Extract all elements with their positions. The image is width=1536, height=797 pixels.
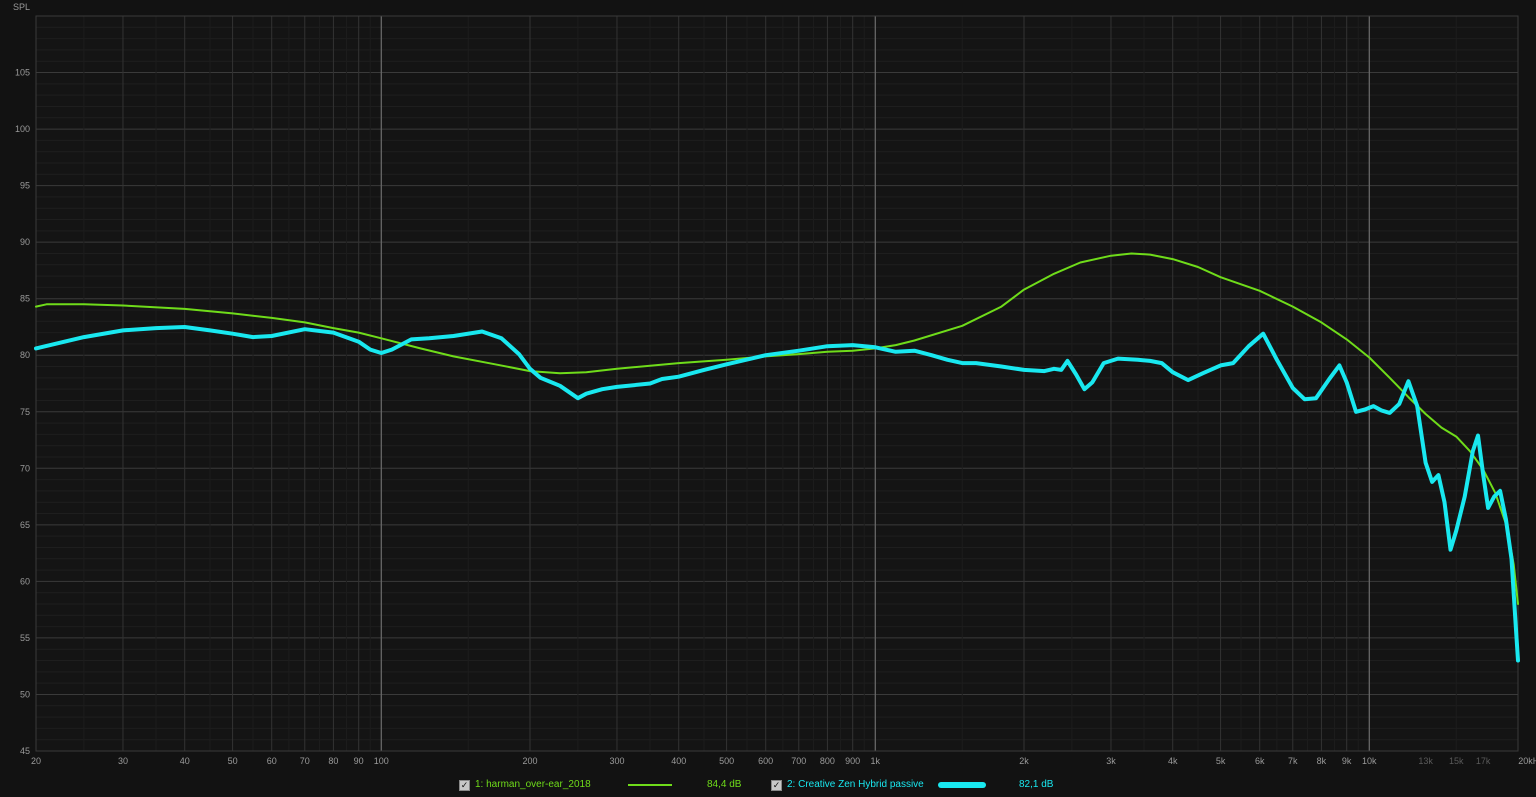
y-axis-label: SPL [13,2,30,12]
plot-area [36,16,1518,751]
x-tick-label: 6k [1255,756,1265,766]
x-tick-label: 200 [522,756,537,766]
x-tick-label: 17k [1476,756,1491,766]
y-tick-label: 45 [20,746,30,756]
y-tick-label: 85 [20,294,30,304]
x-tick-label: 15k [1449,756,1464,766]
x-tick-label: 20 [31,756,41,766]
y-tick-label: 105 [15,68,30,78]
x-tick-label: 700 [791,756,806,766]
legend-value-1: 84,4 dB [707,779,742,790]
legend-swatch-1 [628,784,672,786]
legend-value-2: 82,1 dB [1019,779,1054,790]
x-tick-label: 20kHz [1518,756,1536,766]
legend-item-2[interactable]: ✓ 2: Creative Zen Hybrid passive 82,1 dB [771,778,1071,792]
x-tick-label: 5k [1216,756,1226,766]
legend-swatch-2 [938,782,986,788]
x-tick-label: 70 [300,756,310,766]
y-tick-label: 80 [20,350,30,360]
x-tick-label: 9k [1342,756,1352,766]
x-tick-label: 300 [609,756,624,766]
legend-checkbox-2[interactable]: ✓ [771,780,782,791]
x-tick-label: 40 [180,756,190,766]
y-tick-label: 90 [20,237,30,247]
x-tick-label: 600 [758,756,773,766]
legend-label-1: 1: harman_over-ear_2018 [475,779,591,790]
x-tick-label: 13k [1418,756,1433,766]
x-tick-label: 60 [267,756,277,766]
frequency-response-chart: 45 50 55 60 65 70 75 80 85 90 95 100 105 20 30 40 50 60 7… [0,0,1536,797]
legend-checkbox-1[interactable]: ✓ [459,780,470,791]
x-tick-label: 8k [1317,756,1327,766]
x-tick-label: 4k [1168,756,1178,766]
x-tick-label: 30 [118,756,128,766]
x-tick-label: 2k [1019,756,1029,766]
y-tick-label: 55 [20,633,30,643]
legend-label-2: 2: Creative Zen Hybrid passive [787,779,924,790]
y-tick-label: 100 [15,124,30,134]
x-tick-label: 1k [871,756,881,766]
x-tick-label: 7k [1288,756,1298,766]
x-tick-label: 3k [1106,756,1116,766]
x-tick-label: 400 [671,756,686,766]
x-tick-label: 50 [228,756,238,766]
x-tick-label: 800 [820,756,835,766]
x-tick-label: 80 [328,756,338,766]
x-tick-label: 90 [354,756,364,766]
y-tick-label: 50 [20,689,30,699]
legend-item-1[interactable]: ✓ 1: harman_over-ear_2018 84,4 dB [459,778,759,792]
x-tick-label: 500 [719,756,734,766]
x-tick-label: 10k [1362,756,1377,766]
x-tick-label: 100 [374,756,389,766]
y-tick-label: 95 [20,181,30,191]
y-tick-label: 60 [20,576,30,586]
y-tick-label: 65 [20,520,30,530]
x-tick-label: 900 [845,756,860,766]
y-tick-label: 75 [20,407,30,417]
y-tick-label: 70 [20,463,30,473]
